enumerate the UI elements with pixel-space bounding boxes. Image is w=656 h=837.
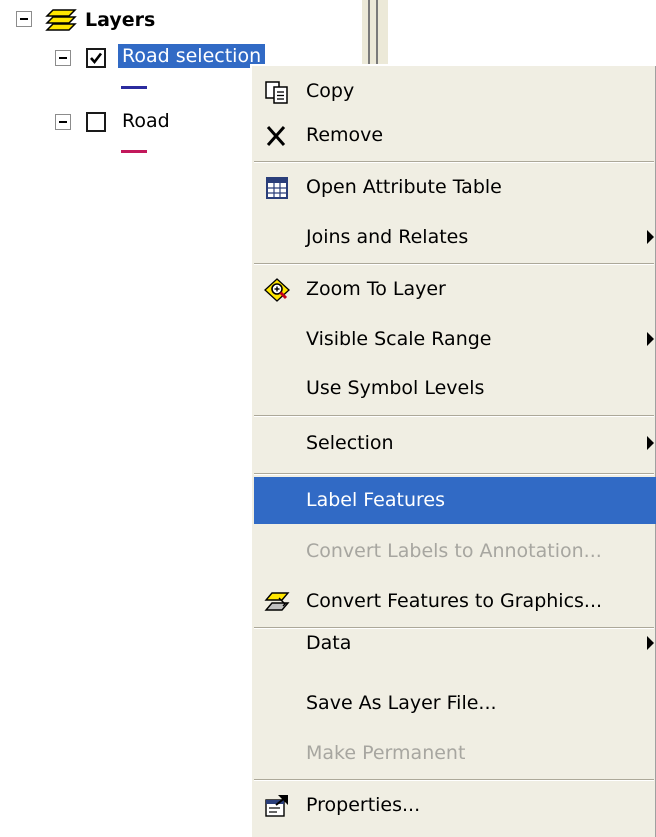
menu-item-make-permanent-label: Make Permanent <box>306 742 466 764</box>
menu-item-data[interactable]: Data <box>254 618 656 668</box>
submenu-arrow-icon <box>647 230 654 244</box>
menu-item-save-as-layer-file[interactable]: Save As Layer File... <box>254 678 656 728</box>
remove-x-icon <box>266 126 286 146</box>
road-selection-collapse-icon[interactable] <box>55 50 71 66</box>
copy-icon <box>265 81 288 104</box>
road-collapse-icon[interactable] <box>55 114 71 130</box>
road-selection-checkbox[interactable] <box>86 48 106 68</box>
menu-item-label-features-label: Label Features <box>306 489 445 511</box>
menu-item-convert-labels-to-annotation-label: Convert Labels to Annotation... <box>306 540 602 562</box>
layers-root-label[interactable]: Layers <box>85 8 155 32</box>
road-selection-layer-label[interactable]: Road selection <box>116 43 267 69</box>
menu-item-properties-label: Properties... <box>306 794 421 816</box>
layers-collapse-icon[interactable] <box>16 11 32 27</box>
layers-stack-icon <box>45 9 77 31</box>
menu-item-joins-and-relates[interactable]: Joins and Relates <box>254 212 656 262</box>
menu-item-copy[interactable]: Copy <box>254 66 656 116</box>
menu-item-use-symbol-levels-label: Use Symbol Levels <box>306 377 485 399</box>
menu-item-remove-label: Remove <box>306 124 384 146</box>
menu-item-data-label: Data <box>306 632 352 654</box>
menu-item-convert-features-to-graphics-label: Convert Features to Graphics... <box>306 590 603 612</box>
menu-item-open-attribute-table[interactable]: Open Attribute Table <box>254 162 656 212</box>
road-symbol <box>121 150 147 153</box>
submenu-arrow-icon <box>647 436 654 450</box>
menu-item-selection-label: Selection <box>306 432 394 454</box>
menu-item-visible-scale-range[interactable]: Visible Scale Range <box>254 314 656 364</box>
layer-context-menu: Copy Remove Open Attribute Table Joins a… <box>250 64 656 837</box>
menu-separator <box>254 473 654 475</box>
menu-item-visible-scale-range-label: Visible Scale Range <box>306 328 492 350</box>
road-checkbox[interactable] <box>86 112 106 132</box>
menu-item-make-permanent[interactable]: Make Permanent <box>254 728 656 778</box>
menu-item-copy-label: Copy <box>306 80 355 102</box>
menu-item-zoom-to-layer-label: Zoom To Layer <box>306 278 446 300</box>
zoom-to-layer-icon <box>264 278 290 302</box>
attribute-table-icon <box>266 177 288 199</box>
menu-item-convert-labels-to-annotation[interactable]: Convert Labels to Annotation... <box>254 526 656 576</box>
road-layer-label[interactable]: Road <box>122 109 170 133</box>
menu-item-selection[interactable]: Selection <box>254 418 656 468</box>
menu-item-open-attribute-table-label: Open Attribute Table <box>306 176 502 198</box>
submenu-arrow-icon <box>647 636 654 650</box>
menu-item-save-as-layer-file-label: Save As Layer File... <box>306 692 497 714</box>
checkmark-icon <box>90 52 103 65</box>
menu-item-joins-and-relates-label: Joins and Relates <box>306 226 469 248</box>
menu-item-properties[interactable]: Properties... <box>254 780 656 830</box>
menu-item-label-features[interactable]: Label Features <box>254 477 656 524</box>
menu-item-use-symbol-levels[interactable]: Use Symbol Levels <box>254 363 656 413</box>
submenu-arrow-icon <box>647 332 654 346</box>
properties-icon <box>265 795 288 817</box>
road-selection-symbol <box>121 86 147 89</box>
menu-item-zoom-to-layer[interactable]: Zoom To Layer <box>254 264 656 314</box>
menu-separator <box>254 415 654 417</box>
convert-features-icon <box>264 592 290 611</box>
menu-item-remove[interactable]: Remove <box>254 110 656 160</box>
